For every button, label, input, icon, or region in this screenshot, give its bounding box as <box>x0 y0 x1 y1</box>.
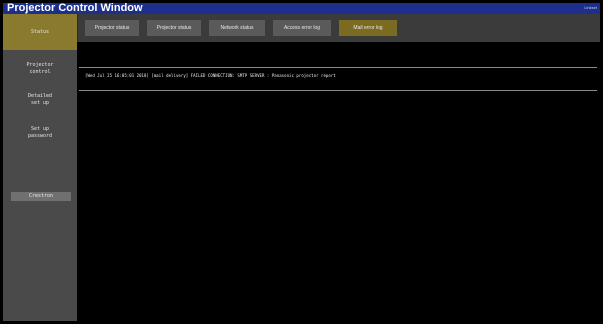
window-title: Projector Control Window <box>7 2 143 14</box>
sidebar-item-set-up-password[interactable]: Set up password <box>3 126 77 140</box>
tab-network-status[interactable]: Network status <box>209 20 265 36</box>
title-bar: Projector Control Window Linkset <box>3 2 600 14</box>
tab-mail-error-log[interactable]: Mail error log <box>339 20 397 36</box>
title-link[interactable]: Linkset <box>584 5 597 11</box>
log-entry: [Wed Jul 25 16:05:01 2018] [mail deliver… <box>85 73 336 78</box>
tab-projector-status[interactable]: Projector status <box>85 20 139 36</box>
log-panel: [Wed Jul 25 16:05:01 2018] [mail deliver… <box>77 42 600 321</box>
sidebar-item-status[interactable]: Status <box>3 14 77 50</box>
divider-top <box>79 67 597 68</box>
sidebar-item-detailed-setup[interactable]: Detailed set up <box>3 93 77 107</box>
sidebar: Status Projector control Detailed set up… <box>3 14 77 321</box>
tab-projector-status-2[interactable]: Projector status <box>147 20 201 36</box>
divider-bottom <box>79 90 597 91</box>
sidebar-item-label: Status <box>30 29 50 35</box>
tab-access-error-log[interactable]: Access error log <box>273 20 331 36</box>
projector-control-window: Projector Control Window Linkset Status … <box>3 2 600 321</box>
toolbar: Projector status Projector status Networ… <box>77 14 600 42</box>
crestron-button[interactable]: Crestron <box>11 192 71 201</box>
sidebar-item-projector-control[interactable]: Projector control <box>3 62 77 76</box>
